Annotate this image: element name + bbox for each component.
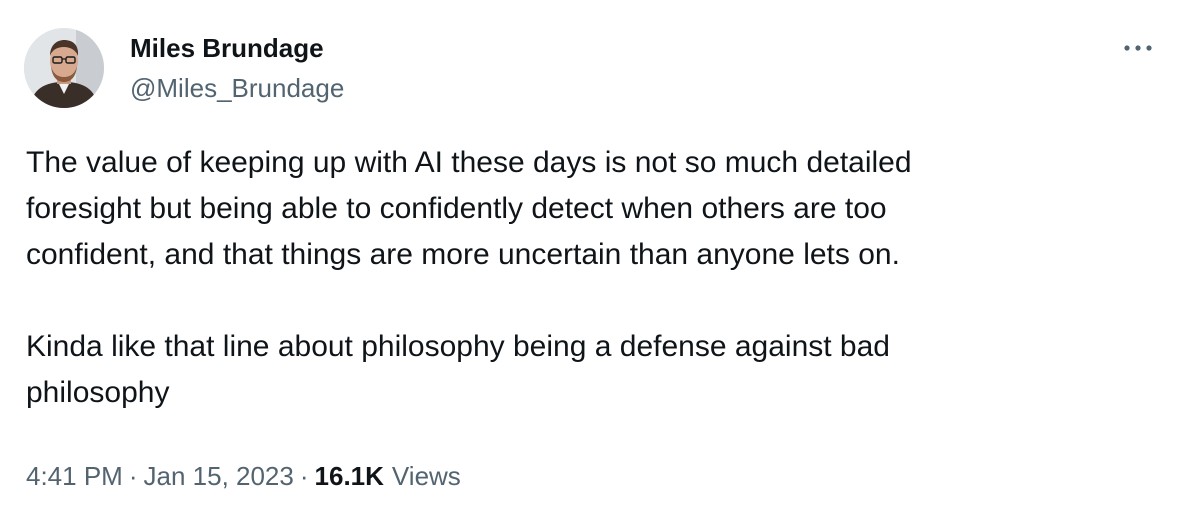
tweet-text: The value of keeping up with AI these da…: [26, 140, 1146, 416]
avatar[interactable]: [24, 28, 104, 108]
tweet-text-line: Kinda like that line about philosophy be…: [26, 330, 890, 363]
meta-separator: ·: [299, 461, 309, 491]
tweet-text-line: confident, and that things are more unce…: [26, 238, 900, 271]
author-handle[interactable]: @Miles_Brundage: [130, 72, 344, 104]
tweet-metadata: 4:41 PM · Jan 15, 2023 · 16.1K Views: [26, 458, 461, 494]
ellipsis-icon: [1124, 45, 1152, 51]
tweet-text-line: foresight but being able to confidently …: [26, 192, 887, 225]
tweet-text-line: The value of keeping up with AI these da…: [26, 146, 912, 179]
tweet-date[interactable]: Jan 15, 2023: [144, 461, 294, 491]
tweet-card: Miles Brundage @Miles_Brundage The value…: [0, 0, 1184, 524]
profile-photo-icon: [24, 28, 104, 108]
view-count: 16.1K: [314, 461, 384, 491]
author-display-name[interactable]: Miles Brundage: [130, 32, 324, 64]
tweet-time[interactable]: 4:41 PM: [26, 461, 123, 491]
meta-separator: ·: [128, 461, 138, 491]
views-label: Views: [391, 461, 461, 491]
tweet-text-line: philosophy: [26, 376, 170, 409]
more-options-button[interactable]: [1116, 30, 1160, 66]
